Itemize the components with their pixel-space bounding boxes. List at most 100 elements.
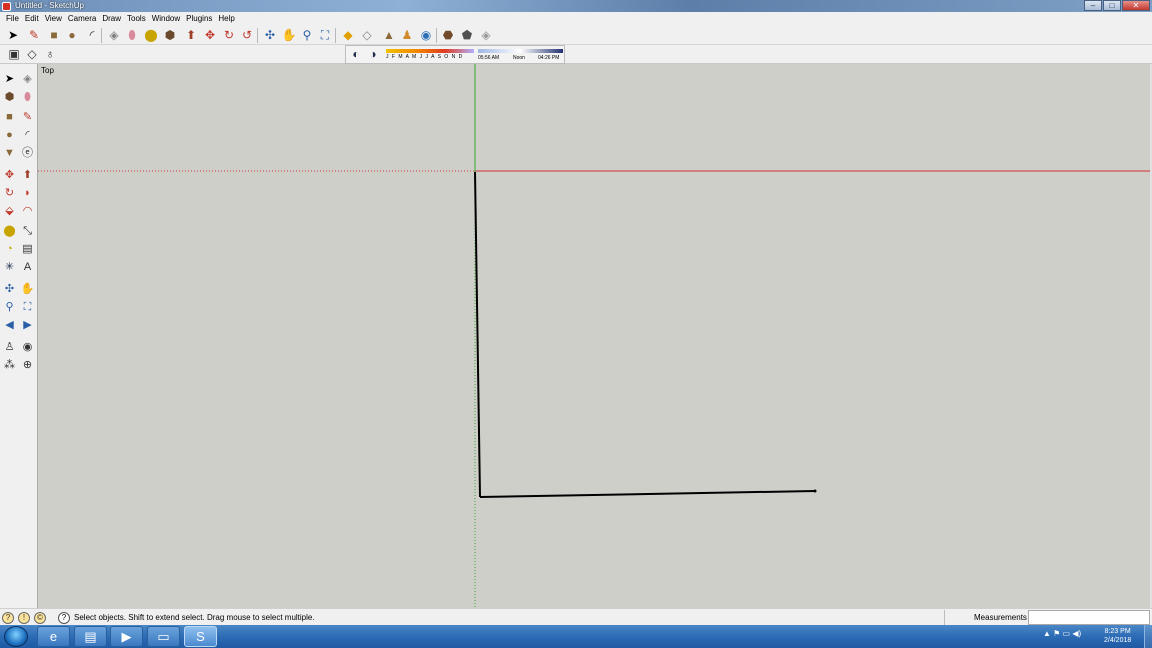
rotate-icon[interactable]: ↻ (221, 27, 237, 43)
make-component-icon[interactable]: ◈ (106, 27, 122, 43)
start-button[interactable] (4, 626, 28, 647)
arc-icon[interactable]: ◜ (84, 27, 100, 43)
pencil-icon[interactable]: ✎ (26, 27, 42, 43)
instructor-help-icon[interactable]: ? (58, 612, 70, 624)
month-labels: J F M A M J J A S O N D (386, 54, 464, 60)
time-start-label: 05:56 AM (478, 55, 500, 61)
move-icon[interactable]: ✥ (202, 27, 218, 43)
building-maker-icon[interactable]: ▲ (381, 27, 397, 43)
next-view-icon[interactable]: ▶ (20, 318, 35, 333)
3d-text-icon[interactable]: A (20, 260, 35, 275)
pan-icon[interactable]: ✋ (281, 27, 297, 43)
rectangle-icon[interactable]: ■ (2, 110, 17, 125)
zoom-icon[interactable]: ⚲ (2, 300, 17, 315)
circle-icon[interactable]: ● (2, 128, 17, 143)
get-models-icon[interactable]: ◆ (340, 27, 356, 43)
look-around-icon[interactable]: ◉ (20, 340, 35, 355)
menu-view[interactable]: View (43, 12, 66, 26)
maximize-button[interactable]: □ (1103, 0, 1121, 11)
title-bar: Untitled - SketchUp – □ ✕ (0, 0, 1152, 12)
left-toolbar: ➤ ◈ ⬢ ⬮ ■ ✎ ● ◜ ▼ ⓔ ✥ ⬆ ↻ ◗ ⬙ ◠ ⬤ ⤡ ◔ ▤ ✳ A ✣ ✋ ⚲ ⛶ ◀ ▶ ♙ ◉ ⁂ ⊕ (0, 64, 38, 608)
credits-icon[interactable]: ! (18, 612, 30, 624)
close-button[interactable]: ✕ (1122, 0, 1150, 11)
internet-explorer-icon[interactable]: e (37, 626, 70, 647)
polygon-icon[interactable]: ▼ (2, 146, 17, 161)
select-icon[interactable]: ➤ (2, 72, 17, 87)
clock-time: 8:23 PM (1104, 628, 1131, 635)
sketchup-icon[interactable]: S (184, 626, 217, 647)
folder-icon[interactable]: ▭ (147, 626, 180, 647)
menu-file[interactable]: File (4, 12, 23, 26)
orbit-icon[interactable]: ✣ (262, 27, 278, 43)
line-icon[interactable]: ✎ (20, 110, 35, 125)
menu-tools[interactable]: Tools (125, 12, 150, 26)
circle-icon[interactable]: ● (64, 27, 80, 43)
menu-edit[interactable]: Edit (23, 12, 43, 26)
preview-google-earth-icon[interactable]: ◉ (418, 27, 434, 43)
minimize-button[interactable]: – (1084, 0, 1102, 11)
zoom-window-icon[interactable]: ⛶ (20, 300, 35, 315)
follow-me-icon[interactable]: ↺ (239, 27, 255, 43)
offset-icon[interactable]: ◠ (20, 204, 35, 219)
file-explorer-icon[interactable]: ▤ (74, 626, 107, 647)
time-slider[interactable] (478, 49, 563, 53)
user-icon[interactable]: © (34, 612, 46, 624)
window-controls: – □ ✕ (1083, 0, 1150, 11)
media-player-icon[interactable]: ▶ (110, 626, 143, 647)
status-divider (944, 610, 945, 625)
tape-measure-icon[interactable]: ⬤ (143, 27, 159, 43)
position-camera-icon[interactable]: ♙ (2, 340, 17, 355)
system-clock[interactable]: 8:23 PM 2/4/2018 (1104, 627, 1131, 645)
month-slider[interactable] (386, 49, 474, 53)
eraser-icon[interactable]: ⬮ (20, 90, 35, 105)
show-desktop-button[interactable] (1144, 625, 1152, 648)
photo-textures-icon[interactable]: ♟ (399, 27, 415, 43)
section-plane-icon[interactable]: ⊕ (20, 358, 35, 373)
dimension-icon[interactable]: ⤡ (20, 224, 35, 239)
drawing-viewport[interactable]: Top (38, 64, 1150, 608)
move-icon[interactable]: ✥ (2, 168, 17, 183)
text-icon[interactable]: ▤ (20, 242, 35, 257)
select-icon[interactable]: ➤ (5, 27, 21, 43)
display-section-cuts-icon[interactable]: ♁ (42, 46, 58, 62)
menu-draw[interactable]: Draw (100, 12, 125, 26)
system-tray-icons[interactable]: ▲ ⚑ ▭ ◀) (1043, 629, 1081, 638)
geo-location-icon[interactable]: ? (2, 612, 14, 624)
follow-me-icon[interactable]: ◗ (20, 186, 35, 201)
extension-warehouse-icon[interactable]: ⬣ (440, 27, 456, 43)
shadow-settings-icon[interactable]: ◐ (348, 46, 364, 62)
tape-measure-icon[interactable]: ⬤ (2, 224, 17, 239)
zoom-icon[interactable]: ⚲ (299, 27, 315, 43)
rectangle-icon[interactable]: ■ (46, 27, 62, 43)
menu-plugins[interactable]: Plugins (184, 12, 216, 26)
send-to-layout-icon[interactable]: ⬟ (459, 27, 475, 43)
orbit-icon[interactable]: ✣ (2, 282, 17, 297)
freehand-icon[interactable]: ⓔ (20, 146, 35, 161)
axes-icon[interactable]: ✳ (2, 260, 17, 275)
menu-help[interactable]: Help (216, 12, 238, 26)
menu-camera[interactable]: Camera (66, 12, 100, 26)
protractor-icon[interactable]: ◔ (2, 242, 17, 257)
arc-icon[interactable]: ◜ (20, 128, 35, 143)
walk-icon[interactable]: ⁂ (2, 358, 17, 373)
display-section-planes-icon[interactable]: ◇ (24, 46, 40, 62)
measurements-input[interactable] (1028, 610, 1150, 625)
pan-icon[interactable]: ✋ (20, 282, 35, 297)
rotate-icon[interactable]: ↻ (2, 186, 17, 201)
section-plane-icon[interactable]: ▣ (6, 46, 22, 62)
menu-window[interactable]: Window (150, 12, 184, 26)
model-canvas[interactable] (38, 64, 1150, 608)
share-model-icon[interactable]: ◇ (359, 27, 375, 43)
zoom-extents-icon[interactable]: ⛶ (317, 27, 333, 43)
eraser-icon[interactable]: ⬮ (124, 27, 140, 43)
style-icon[interactable]: ◈ (478, 27, 494, 43)
section-toolbar: ▣ ◇ ♁ (0, 45, 1152, 64)
previous-view-icon[interactable]: ◀ (2, 318, 17, 333)
make-component-icon[interactable]: ◈ (20, 72, 35, 87)
push-pull-icon[interactable]: ⬆ (20, 168, 35, 183)
scale-icon[interactable]: ⬙ (2, 204, 17, 219)
paint-bucket-icon[interactable]: ⬢ (2, 90, 17, 105)
push-pull-icon[interactable]: ⬆ (183, 27, 199, 43)
display-shadows-icon[interactable]: ◑ (365, 46, 381, 62)
paint-bucket-icon[interactable]: ⬢ (162, 27, 178, 43)
